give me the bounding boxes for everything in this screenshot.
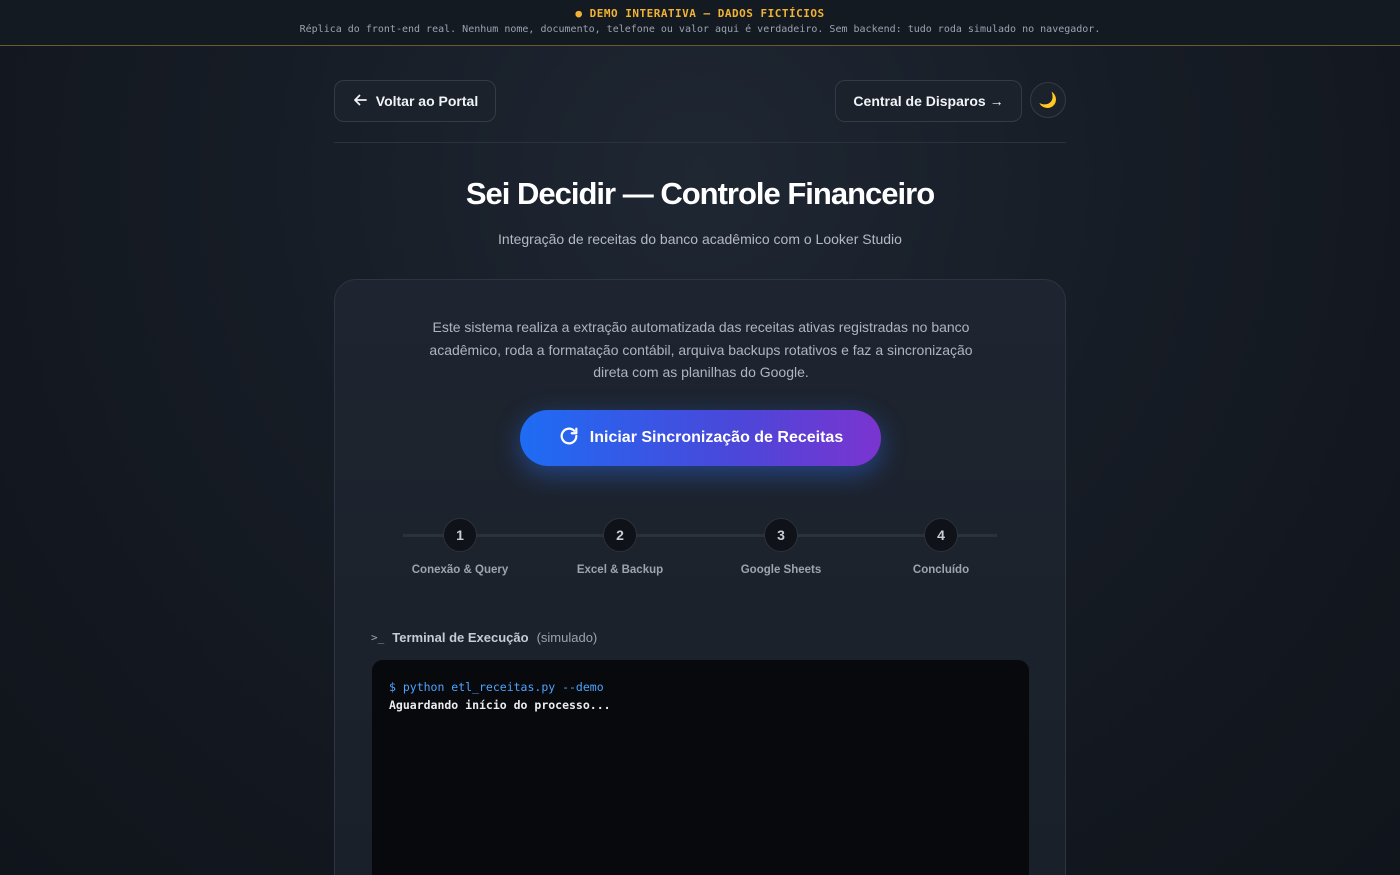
step-3-number: 3 <box>764 518 798 552</box>
step-1-label: Conexão & Query <box>411 564 509 576</box>
step-2-number: 2 <box>603 518 637 552</box>
terminal-title: Terminal de Execução <box>392 630 529 645</box>
step-2: 2 Excel & Backup <box>555 518 685 576</box>
refresh-icon <box>558 425 580 452</box>
step-4-number: 4 <box>924 518 958 552</box>
back-to-portal-label: Voltar ao Portal <box>375 93 479 109</box>
demo-banner-title: ● DEMO INTERATIVA — DADOS FICTÍCIOS <box>575 7 825 20</box>
step-3: 3 Google Sheets <box>716 518 846 576</box>
start-sync-label: Iniciar Sincronização de Receitas <box>589 429 844 446</box>
terminal-output: Aguardando início do processo... <box>389 698 611 712</box>
sync-card: Este sistema realiza a extração automati… <box>334 279 1066 875</box>
terminal-command: $ python etl_receitas.py --demo <box>389 680 604 694</box>
back-to-portal-button[interactable]: Voltar ao Portal <box>334 80 496 122</box>
step-2-label: Excel & Backup <box>576 564 664 576</box>
step-1: 1 Conexão & Query <box>395 518 525 576</box>
step-1-number: 1 <box>443 518 477 552</box>
terminal-icon: >_ <box>371 631 385 644</box>
terminal-header: >_ Terminal de Execução (simulado) <box>371 630 597 645</box>
theme-toggle-button[interactable]: 🌙 <box>1030 82 1066 118</box>
central-disparos-button[interactable]: Central de Disparos → <box>835 80 1022 122</box>
demo-banner-subtitle: Réplica do front-end real. Nenhum nome, … <box>299 24 1101 35</box>
terminal-note: (simulado) <box>536 630 598 645</box>
page-subtitle: Integração de receitas do banco acadêmic… <box>498 231 902 247</box>
page-title: Sei Decidir — Controle Financeiro <box>465 176 935 211</box>
execution-terminal: $ python etl_receitas.py --demo Aguardan… <box>371 659 1030 875</box>
step-4: 4 Concluído <box>876 518 1006 576</box>
step-3-label: Google Sheets <box>740 564 822 576</box>
header-divider <box>334 142 1066 143</box>
start-sync-button[interactable]: Iniciar Sincronização de Receitas <box>520 410 881 466</box>
central-disparos-label: Central de Disparos → <box>853 93 1004 109</box>
card-description: Este sistema realiza a extração automati… <box>429 319 973 380</box>
moon-icon: 🌙 <box>1038 92 1058 109</box>
demo-banner: ● DEMO INTERATIVA — DADOS FICTÍCIOS Répl… <box>0 0 1400 46</box>
arrow-left-icon <box>352 92 368 111</box>
step-4-label: Concluído <box>912 564 970 576</box>
